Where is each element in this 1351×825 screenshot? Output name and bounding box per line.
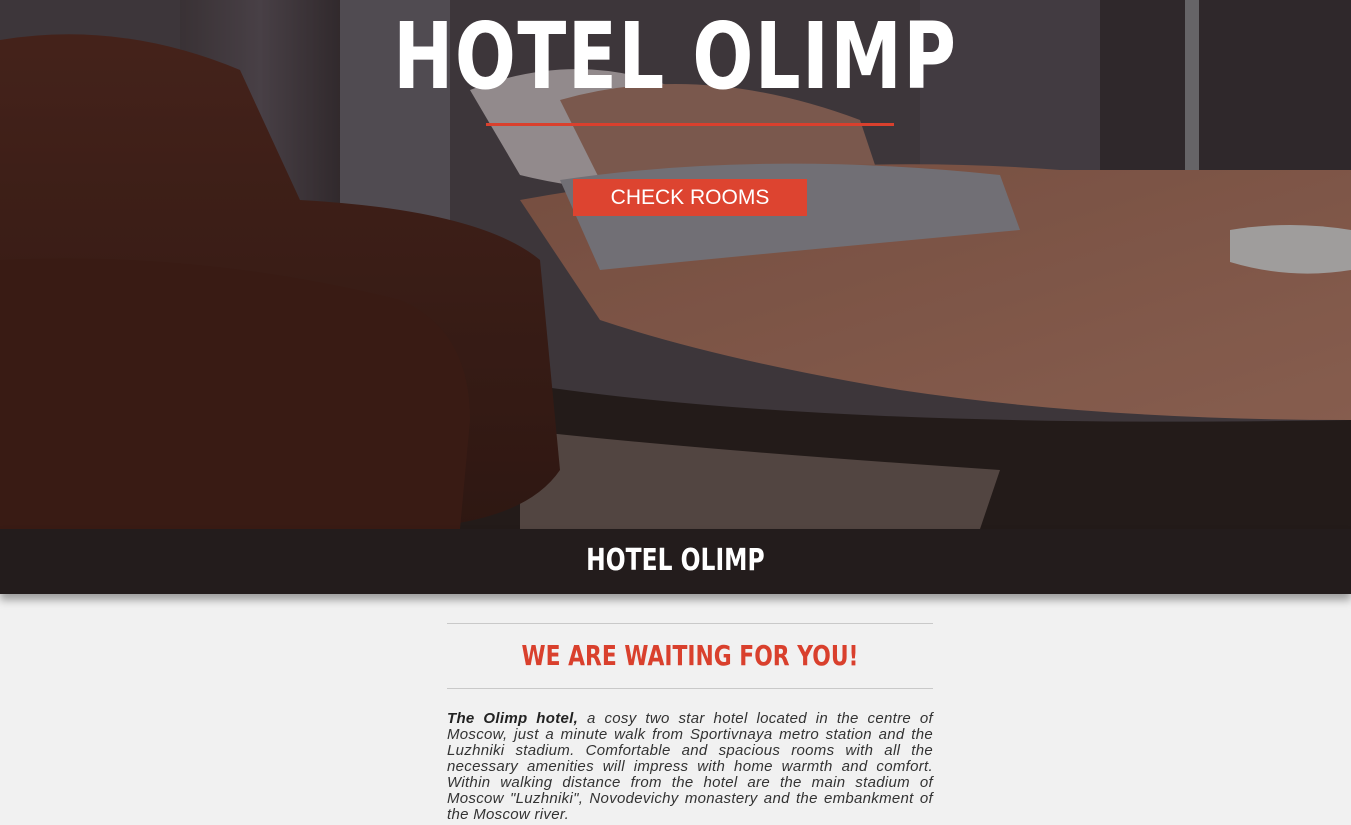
band-title: HOTEL OLIMP [586,543,765,578]
hero-title-underline [486,123,894,126]
about-body: a cosy two star hotel located in the cen… [447,710,933,823]
brand-band: HOTEL OLIMP [0,529,1351,594]
about-heading: WE ARE WAITING FOR YOU! [521,639,859,672]
hero-section: HOTEL OLIMP CHECK ROOMS [0,0,1351,529]
hero-title: HOTEL OLIMP [393,3,958,110]
about-section: WE ARE WAITING FOR YOU! The Olimp hotel,… [447,623,933,823]
check-rooms-button[interactable]: CHECK ROOMS [573,179,807,216]
about-lead: The Olimp hotel, [447,710,579,727]
about-paragraph: The Olimp hotel, a cosy two star hotel l… [447,711,933,823]
heading-bottom-divider [447,688,933,689]
